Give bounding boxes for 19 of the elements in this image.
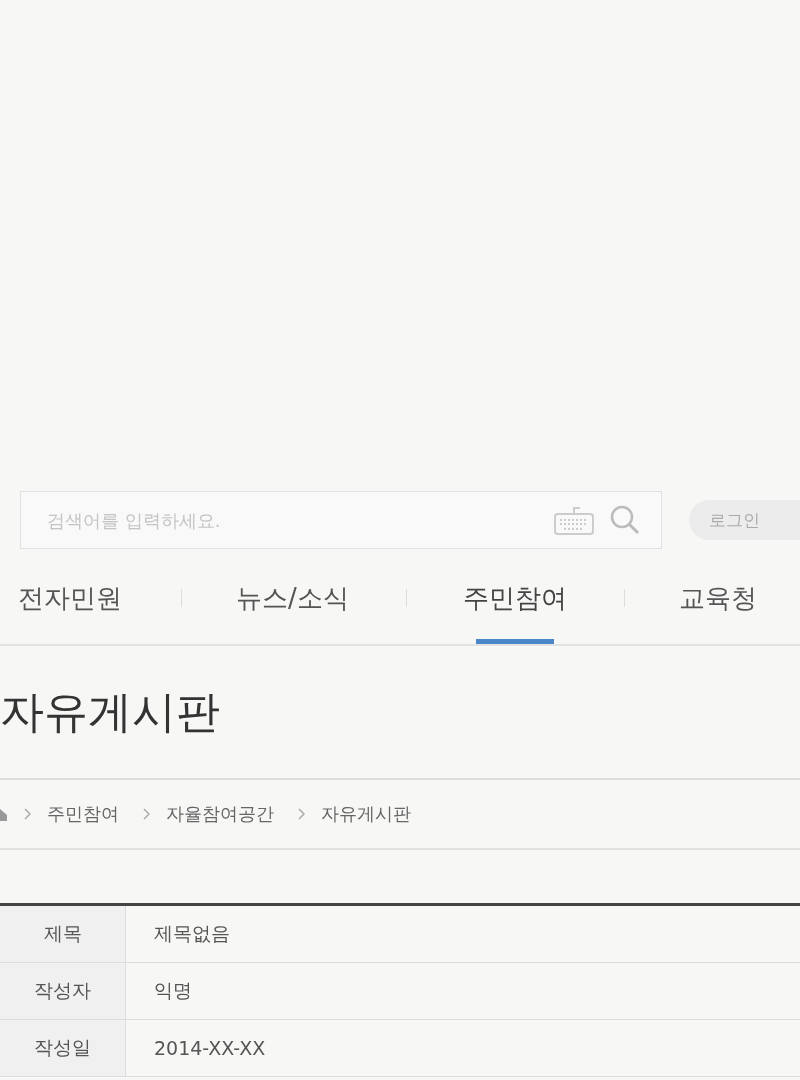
search-icon[interactable] — [610, 505, 640, 535]
nav-tab[interactable]: 주민참여 — [462, 552, 567, 644]
breadcrumb-link[interactable]: 자유게시판 — [321, 802, 411, 826]
page-title: 자유게시판 — [0, 646, 800, 780]
nav-tab[interactable]: 전자민원 — [18, 552, 122, 644]
chevron-icon — [24, 808, 31, 820]
field-label: 작성자 — [0, 962, 126, 1020]
field-value: 제목없음 — [125, 904, 800, 963]
keyboard-icon[interactable] — [554, 505, 594, 535]
chevron-icon — [143, 808, 150, 820]
field-value: 익명 — [125, 962, 800, 1020]
nav-tab[interactable]: 교육청 — [678, 552, 757, 644]
breadcrumb-link[interactable]: 주민참여 — [47, 802, 119, 826]
field-label: 작성일 — [0, 1019, 126, 1077]
breadcrumb-link[interactable]: 자율참여공간 — [166, 802, 274, 826]
field-value: 2014-XX-XX — [125, 1019, 800, 1077]
field-label: 제목 — [0, 904, 126, 963]
nav-tab[interactable]: 뉴스/소식 — [236, 552, 349, 644]
chevron-icon — [298, 808, 305, 820]
